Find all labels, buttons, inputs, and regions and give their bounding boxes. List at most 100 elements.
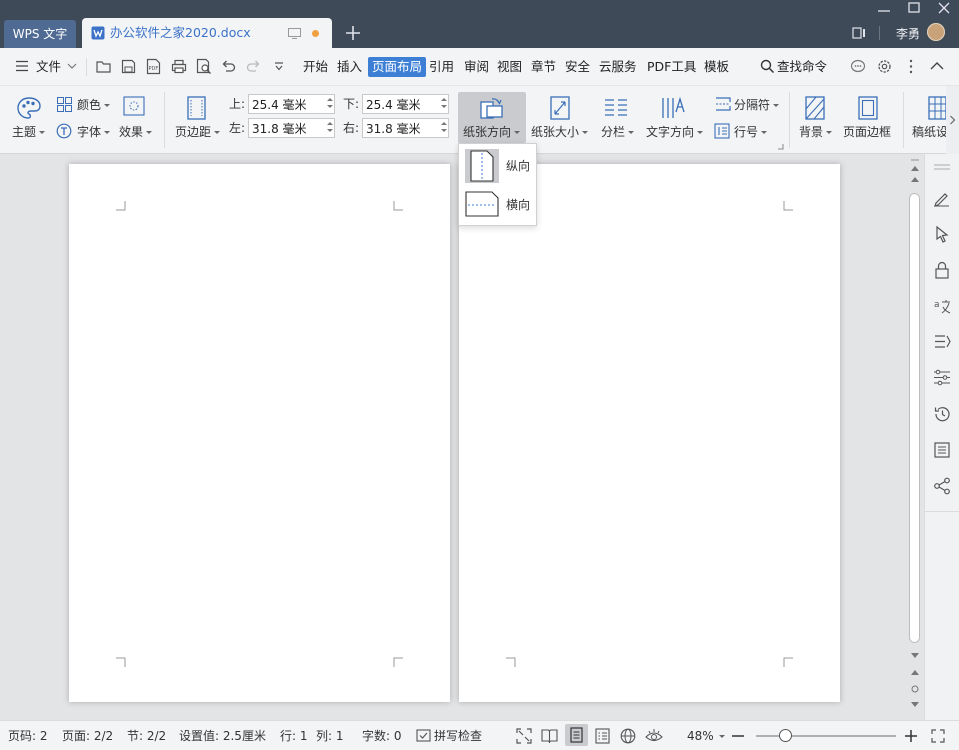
zoom-in-icon[interactable] — [904, 729, 918, 743]
screen-icon[interactable] — [288, 28, 301, 39]
page-view-button[interactable] — [565, 724, 588, 746]
scrollbar-thumb[interactable] — [909, 193, 920, 643]
menu-tab-templates[interactable]: 模板 — [704, 57, 729, 77]
document-tab[interactable]: 办公软件之家2020.docx — [82, 18, 332, 48]
hamburger-icon[interactable] — [15, 60, 29, 72]
status-page-number[interactable]: 页码: 2 — [8, 729, 48, 743]
zoom-level[interactable]: 48% — [687, 729, 714, 743]
quick-access-more-icon[interactable] — [274, 62, 284, 71]
document-page-1[interactable] — [69, 164, 450, 702]
save-icon[interactable] — [121, 59, 136, 74]
window-mode-icon[interactable] — [852, 26, 866, 40]
margin-bottom-field[interactable] — [362, 94, 449, 114]
vertical-scrollbar[interactable] — [908, 155, 922, 720]
scroll-down-icon[interactable] — [911, 653, 919, 659]
collapse-ribbon-icon[interactable] — [930, 61, 944, 70]
document-page-2[interactable] — [459, 164, 840, 702]
outline-list-icon[interactable] — [934, 333, 951, 350]
status-row[interactable]: 行: 1 — [280, 729, 308, 743]
font-button[interactable]: 字体 — [77, 124, 111, 140]
paper-size-icon[interactable] — [549, 96, 571, 120]
menu-tab-pdf-tools[interactable]: PDF工具 — [647, 57, 696, 77]
menu-tab-insert[interactable]: 插入 — [337, 57, 362, 77]
background-icon[interactable] — [804, 96, 826, 120]
ribbon-scroll-right[interactable] — [946, 86, 959, 154]
document-list-icon[interactable] — [933, 441, 951, 459]
orientation-button[interactable]: 纸张方向 — [458, 92, 526, 143]
dialog-launcher-icon[interactable] — [777, 143, 784, 150]
print-preview-icon[interactable] — [196, 58, 212, 74]
undo-icon[interactable] — [221, 59, 236, 73]
menu-file[interactable]: 文件 — [36, 57, 61, 77]
effects-button[interactable]: 效果 — [119, 124, 153, 140]
scroll-page-up-icon[interactable] — [911, 176, 919, 182]
color-button[interactable]: 颜色 — [77, 97, 111, 113]
manuscript-button[interactable]: 稿纸设 — [912, 124, 947, 140]
outline-view-icon[interactable] — [595, 728, 610, 744]
redo-icon[interactable] — [246, 59, 261, 73]
minimize-icon[interactable] — [877, 3, 891, 13]
maximize-icon[interactable] — [907, 0, 921, 14]
search-icon[interactable] — [760, 59, 775, 74]
columns-icon[interactable] — [603, 96, 629, 120]
scroll-up-icon[interactable] — [911, 165, 919, 171]
theme-button[interactable]: 主题 — [12, 124, 46, 140]
fullscreen-icon[interactable] — [516, 728, 532, 744]
panel-grip-icon[interactable] — [933, 163, 951, 171]
adjust-sliders-icon[interactable] — [933, 369, 951, 386]
line-numbers-button[interactable]: 行号 — [734, 124, 768, 140]
fit-window-icon[interactable] — [931, 729, 945, 743]
translate-icon[interactable]: a — [933, 297, 951, 315]
margin-right-spinner[interactable] — [440, 119, 448, 137]
more-vertical-icon[interactable] — [908, 59, 914, 74]
margin-top-spinner[interactable] — [326, 95, 334, 113]
next-page-icon[interactable] — [911, 702, 919, 708]
status-page-count[interactable]: 页面: 2/2 — [62, 729, 113, 743]
margin-bottom-spinner[interactable] — [440, 95, 448, 113]
paper-size-button[interactable]: 纸张大小 — [531, 124, 589, 140]
background-button[interactable]: 背景 — [799, 124, 833, 140]
menu-tab-security[interactable]: 安全 — [565, 57, 590, 77]
menu-tab-page-layout[interactable]: 页面布局 — [368, 57, 427, 77]
manuscript-grid-icon[interactable] — [927, 96, 947, 120]
zoom-out-icon[interactable] — [731, 729, 745, 743]
page-border-icon[interactable] — [857, 96, 879, 120]
menu-tab-view[interactable]: 视图 — [497, 57, 522, 77]
menu-tab-chapter[interactable]: 章节 — [531, 57, 556, 77]
font-circle-t-icon[interactable] — [56, 123, 72, 139]
orientation-option-portrait[interactable]: 纵向 — [462, 147, 534, 185]
margins-icon[interactable] — [186, 96, 208, 120]
columns-button[interactable]: 分栏 — [601, 124, 635, 140]
separator-button[interactable]: 分隔符 — [734, 97, 780, 113]
web-view-globe-icon[interactable] — [620, 728, 636, 744]
status-setting-value[interactable]: 设置值: 2.5厘米 — [179, 729, 266, 743]
share-icon[interactable] — [933, 477, 951, 495]
status-column[interactable]: 列: 1 — [316, 729, 344, 743]
menu-tab-review[interactable]: 审阅 — [464, 57, 489, 77]
reading-mode-icon[interactable] — [541, 728, 558, 744]
theme-palette-icon[interactable] — [16, 96, 42, 120]
previous-page-icon[interactable] — [911, 669, 919, 675]
separator-icon[interactable] — [714, 96, 732, 112]
text-direction-button[interactable]: 文字方向 — [646, 124, 704, 140]
eye-protection-icon[interactable] — [645, 727, 663, 745]
zoom-slider-track[interactable] — [756, 735, 896, 737]
zoom-slider-thumb[interactable] — [779, 729, 792, 742]
color-grid-icon[interactable] — [57, 97, 72, 112]
menu-tab-references[interactable]: 引用 — [429, 57, 454, 77]
status-word-count[interactable]: 字数: 0 — [362, 729, 402, 743]
menu-tab-home[interactable]: 开始 — [303, 57, 328, 77]
history-icon[interactable] — [933, 405, 951, 423]
pen-edit-icon[interactable] — [933, 189, 951, 207]
orientation-option-landscape[interactable]: 横向 — [462, 187, 534, 223]
new-tab-plus-icon[interactable] — [345, 25, 361, 41]
gear-icon[interactable] — [876, 58, 893, 75]
chat-bubble-icon[interactable] — [850, 59, 866, 74]
app-tab-wps[interactable]: WPS 文字 — [4, 20, 76, 48]
lock-icon[interactable] — [934, 261, 950, 279]
page-border-button[interactable]: 页面边框 — [843, 124, 891, 140]
select-cursor-icon[interactable] — [934, 225, 950, 243]
menu-tab-cloud[interactable]: 云服务 — [599, 57, 637, 77]
zoom-dropdown-icon[interactable] — [719, 735, 725, 738]
line-numbers-icon[interactable] — [714, 123, 730, 139]
